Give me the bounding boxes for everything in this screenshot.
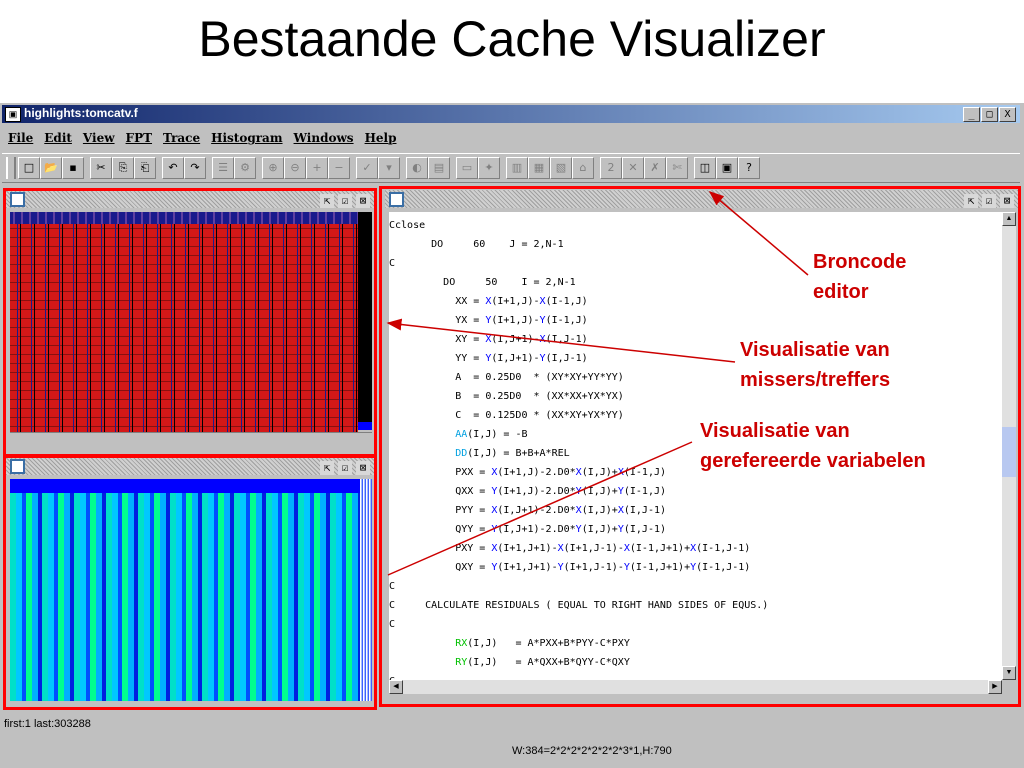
plus-icon[interactable]: + [306,157,328,179]
menu-help[interactable]: Help [359,127,402,145]
chart-icon[interactable]: ▧ [550,157,572,179]
menu-trace[interactable]: Trace [157,127,205,145]
annotation-missers-line2: missers/treffers [740,369,891,391]
annotation-variabelen: Visualisatie van gerefereerde variabelen [700,416,926,476]
menu-edit[interactable]: Edit [38,127,77,145]
stats-icon[interactable]: ▥ [506,157,528,179]
toolbar-grip[interactable] [6,157,16,179]
annotation-missers-line1: Visualisatie van [740,339,890,361]
copy-icon[interactable]: ⎘ [112,157,134,179]
title-bar[interactable]: ▣ highlights:tomcatv.f _ □ X [2,105,1020,123]
window-title: highlights:tomcatv.f [24,106,138,120]
2d-icon[interactable]: 2 [600,157,622,179]
panels-icon[interactable]: ▣ [716,157,738,179]
scissors-icon[interactable]: ✄ [666,157,688,179]
menu-view[interactable]: View [77,127,120,145]
annotation-broncode-line2: editor [813,281,869,303]
check-icon[interactable]: ✓ [356,157,378,179]
annotation-variabelen-line1: Visualisatie van [700,420,850,442]
cross-icon[interactable]: ✕ [622,157,644,179]
slide-title: Bestaande Cache Visualizer [198,11,826,67]
undo-icon[interactable]: ↶ [162,157,184,179]
grid-icon[interactable]: ▦ [528,157,550,179]
annotation-broncode: Broncode editor [813,247,906,307]
open-icon[interactable]: 📂 [40,157,62,179]
settings-icon[interactable]: ⚙ [234,157,256,179]
menu-fpt[interactable]: FPT [120,127,157,145]
app-icon: ▣ [5,107,21,122]
cancel-icon[interactable]: ✗ [644,157,666,179]
highlight-box-variabelen [3,455,377,710]
cut-icon[interactable]: ✂ [90,157,112,179]
new-icon[interactable]: □ [18,157,40,179]
zoom-in-icon[interactable]: ⊕ [262,157,284,179]
window-icon[interactable]: ▭ [456,157,478,179]
minus-icon[interactable]: − [328,157,350,179]
menu-windows[interactable]: Windows [288,127,359,145]
list-icon[interactable]: ☰ [212,157,234,179]
toggle-icon[interactable]: ◐ [406,157,428,179]
window-controls: _ □ X [962,107,1016,125]
menu-bar: File Edit View FPT Trace Histogram Windows Help [2,127,1020,149]
log-icon[interactable]: ⌂ [572,157,594,179]
filter-icon[interactable]: ▾ [378,157,400,179]
layers-icon[interactable]: ▤ [428,157,450,179]
help-icon[interactable]: ? [738,157,760,179]
tool-icon[interactable]: ✦ [478,157,500,179]
annotation-variabelen-line2: gerefereerde variabelen [700,450,926,472]
menu-histogram[interactable]: Histogram [205,127,287,145]
menu-file[interactable]: File [2,127,38,145]
toolbar: □ 📂 ▪ ✂ ⎘ ⎗ ↶ ↷ ☰ ⚙ ⊕ ⊖ + − ✓ ▾ ◐ ▤ ▭ ✦ ▥ ▦ ▧ ⌂ 2 ✕ ✗ ✄ ◫ ▣? [2,153,1020,183]
status-range: first:1 last:303288 [4,718,91,730]
columns-icon[interactable]: ◫ [694,157,716,179]
annotation-missers: Visualisatie van missers/treffers [740,335,890,395]
status-dimensions: W:384=2*2*2*2*2*2*2*3*1,H:790 [512,745,672,757]
zoom-out-icon[interactable]: ⊖ [284,157,306,179]
minimize-button[interactable]: _ [963,107,980,122]
save-icon[interactable]: ▪ [62,157,84,179]
close-button[interactable]: X [999,107,1016,122]
annotation-broncode-line1: Broncode [813,251,907,273]
redo-icon[interactable]: ↷ [184,157,206,179]
maximize-button[interactable]: □ [981,107,998,122]
paste-icon[interactable]: ⎗ [134,157,156,179]
highlight-box-missers [3,188,377,457]
